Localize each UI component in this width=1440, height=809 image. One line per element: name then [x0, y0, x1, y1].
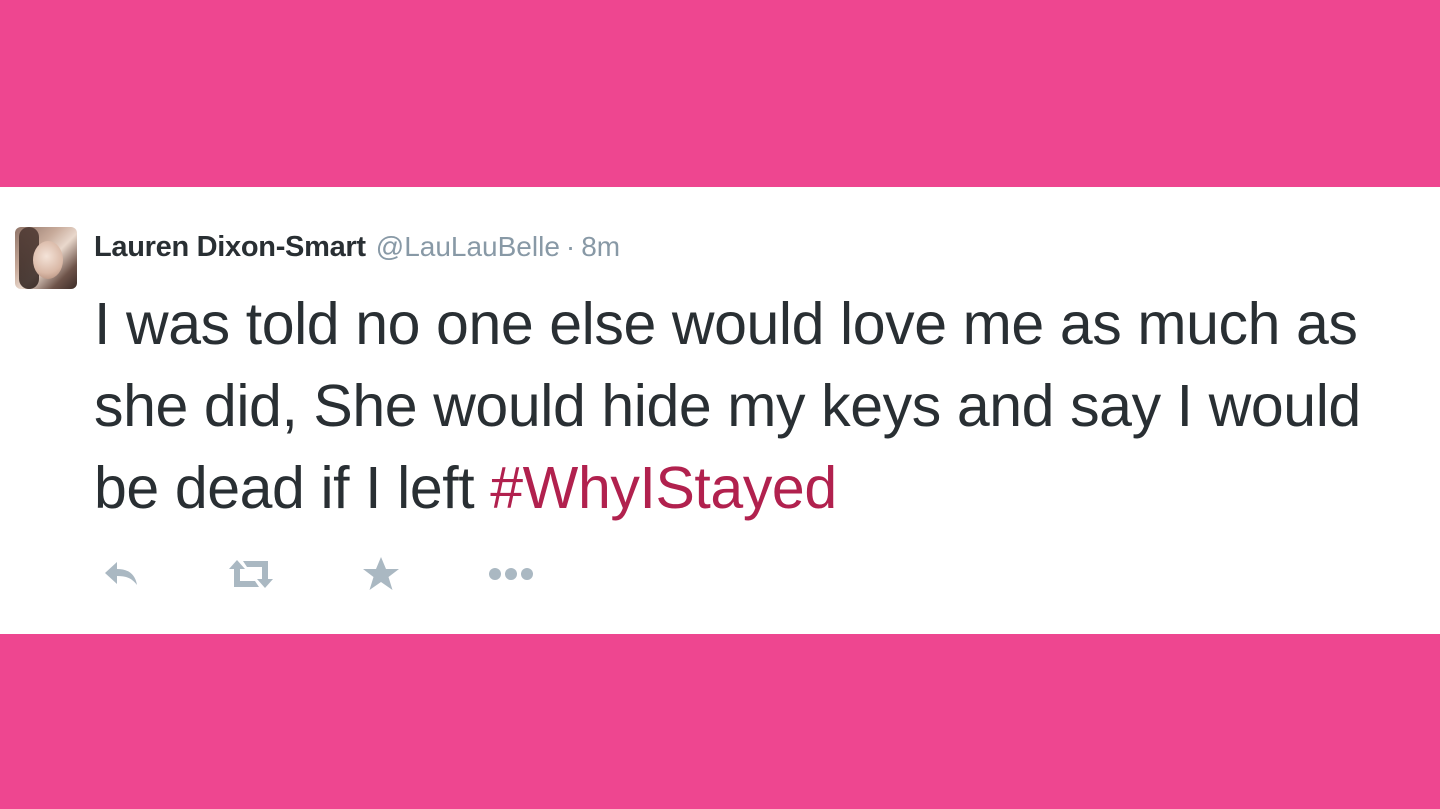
reply-icon [101, 558, 141, 590]
author-name[interactable]: Lauren Dixon-Smart [94, 231, 366, 264]
favorite-button[interactable] [357, 551, 405, 597]
tweet-actions [97, 551, 617, 597]
top-pink-band [0, 0, 1440, 187]
avatar[interactable] [15, 227, 77, 289]
star-icon [361, 555, 401, 593]
bottom-pink-band [0, 634, 1440, 809]
tweet-header: Lauren Dixon-Smart @LauLauBelle · 8m [94, 231, 620, 267]
more-button[interactable] [487, 551, 535, 597]
author-handle[interactable]: @LauLauBelle [376, 231, 560, 263]
retweet-button[interactable] [227, 551, 275, 597]
tweet-timestamp[interactable]: 8m [581, 231, 620, 263]
tweet-card: Lauren Dixon-Smart @LauLauBelle · 8m I w… [0, 187, 1440, 634]
retweet-icon [225, 557, 277, 591]
header-separator: · [565, 231, 576, 262]
hashtag-link[interactable]: #WhyIStayed [490, 455, 837, 521]
more-icon [487, 564, 535, 584]
avatar-face [33, 241, 63, 279]
reply-button[interactable] [97, 551, 145, 597]
tweet-text: I was told no one else would love me as … [94, 283, 1434, 529]
